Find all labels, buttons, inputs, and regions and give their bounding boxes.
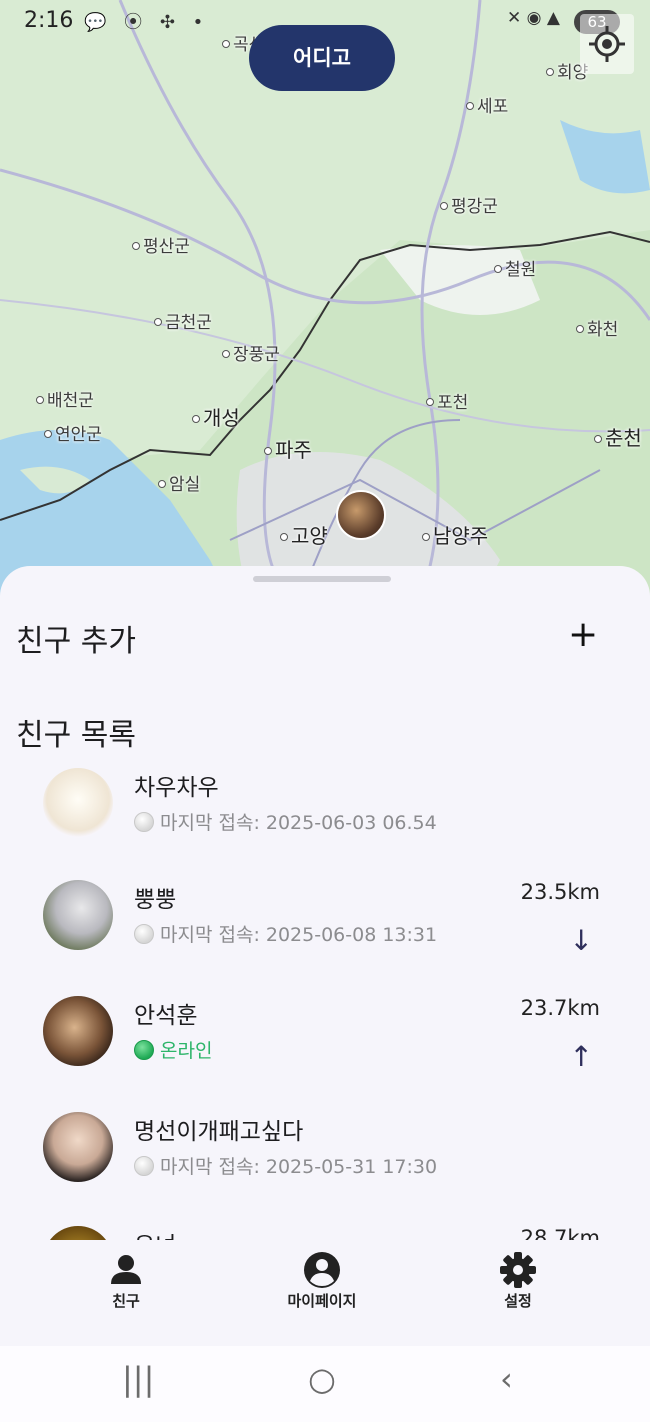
friend-list-item[interactable]: 뿡뿡 마지막 접속: 2025-06-08 13:31 23.5km ↓ <box>0 880 650 994</box>
home-button[interactable]: ○ <box>308 1360 336 1398</box>
where-button[interactable]: 어디고 <box>249 25 395 91</box>
notification-icons: 💬 ⦿ ✣ • <box>84 12 210 33</box>
tab-label: 설정 <box>504 1292 532 1310</box>
avatar <box>43 1112 113 1182</box>
friend-status: 마지막 접속: 2025-05-31 17:30 <box>134 1152 437 1179</box>
map-label: 평산군 <box>132 232 190 257</box>
friend-list-item[interactable]: 안석훈 온라인 23.7km ↑ <box>0 996 650 1110</box>
friend-name: 뿡뿡 <box>134 887 177 913</box>
offline-dot-icon <box>134 924 154 944</box>
friend-list-item[interactable]: 명선이개패고싶다 마지막 접속: 2025-05-31 17:30 <box>0 1112 650 1226</box>
sheet-drag-handle[interactable] <box>253 576 391 582</box>
map-label: 연안군 <box>44 420 102 445</box>
crosshair-icon <box>589 26 625 62</box>
offline-dot-icon <box>134 1156 154 1176</box>
status-text: 마지막 접속: 2025-06-08 13:31 <box>160 924 438 946</box>
friend-name: 명선이개패고싶다 <box>134 1119 304 1145</box>
friend-status: 온라인 <box>134 1036 212 1063</box>
account-circle-icon <box>304 1252 340 1288</box>
map-label: 철원 <box>494 255 536 280</box>
avatar <box>43 880 113 950</box>
bottom-tab-bar: 친구 마이페이지 설정 <box>0 1240 650 1346</box>
system-nav-bar: ||| ○ ‹ <box>0 1346 650 1422</box>
friend-name: 안석훈 <box>134 1003 198 1029</box>
person-icon <box>111 1255 141 1284</box>
map-label: 춘천 <box>594 422 642 451</box>
map-label: 평강군 <box>440 192 498 217</box>
tab-label: 마이페이지 <box>287 1292 357 1310</box>
tab-label: 친구 <box>112 1292 140 1310</box>
back-button[interactable]: ‹ <box>500 1360 513 1398</box>
bottom-sheet: 친구 추가 + 친구 목록 차우차우 마지막 접속: 2025-06-03 06… <box>0 566 650 1346</box>
map-label: 장풍군 <box>222 340 280 365</box>
status-time: 2:16 <box>24 8 74 33</box>
tab-settings[interactable]: 설정 <box>453 1250 583 1311</box>
map-label: 암실 <box>158 470 200 495</box>
system-icons: ✕ ◉ ▲ <box>507 8 560 28</box>
offline-dot-icon <box>134 812 154 832</box>
avatar <box>43 768 113 838</box>
recents-button[interactable]: ||| <box>122 1360 154 1398</box>
map-label: 파주 <box>264 434 312 463</box>
map-label: 금천군 <box>154 308 212 333</box>
add-friend-icon[interactable]: + <box>568 614 598 655</box>
map-label: 세포 <box>466 92 508 117</box>
friend-list-item[interactable]: 차우차우 마지막 접속: 2025-06-03 06.54 <box>0 768 650 882</box>
status-text: 마지막 접속: 2025-06-03 06.54 <box>160 812 437 834</box>
status-text: 마지막 접속: 2025-05-31 17:30 <box>160 1156 438 1178</box>
map-label: 고양 <box>280 520 328 549</box>
avatar <box>43 996 113 1066</box>
add-friend-label[interactable]: 친구 추가 <box>16 616 136 660</box>
online-dot-icon <box>134 1040 154 1060</box>
gear-icon <box>500 1252 536 1288</box>
map-label: 개성 <box>192 402 240 431</box>
tab-friends[interactable]: 친구 <box>61 1250 191 1311</box>
friend-name: 차우차우 <box>134 775 219 801</box>
arrow-down-icon: ↓ <box>569 924 593 957</box>
friend-status: 마지막 접속: 2025-06-08 13:31 <box>134 920 437 947</box>
map-label: 화천 <box>576 315 618 340</box>
map-label: 남양주 <box>422 520 488 549</box>
friend-status: 마지막 접속: 2025-06-03 06.54 <box>134 808 437 835</box>
friend-list-title: 친구 목록 <box>16 718 136 753</box>
friend-list[interactable]: 차우차우 마지막 접속: 2025-06-03 06.54 뿡뿡 마지막 접속:… <box>0 762 650 1244</box>
friend-map-marker[interactable] <box>336 490 386 540</box>
tab-mypage[interactable]: 마이페이지 <box>257 1250 387 1311</box>
friend-distance: 23.5km <box>520 880 600 904</box>
map-label: 포천 <box>426 388 468 413</box>
my-location-button[interactable] <box>580 14 634 74</box>
map-label: 배천군 <box>36 386 94 411</box>
friend-distance: 23.7km <box>520 996 600 1020</box>
status-text: 온라인 <box>160 1040 213 1062</box>
arrow-up-icon: ↑ <box>569 1040 593 1073</box>
